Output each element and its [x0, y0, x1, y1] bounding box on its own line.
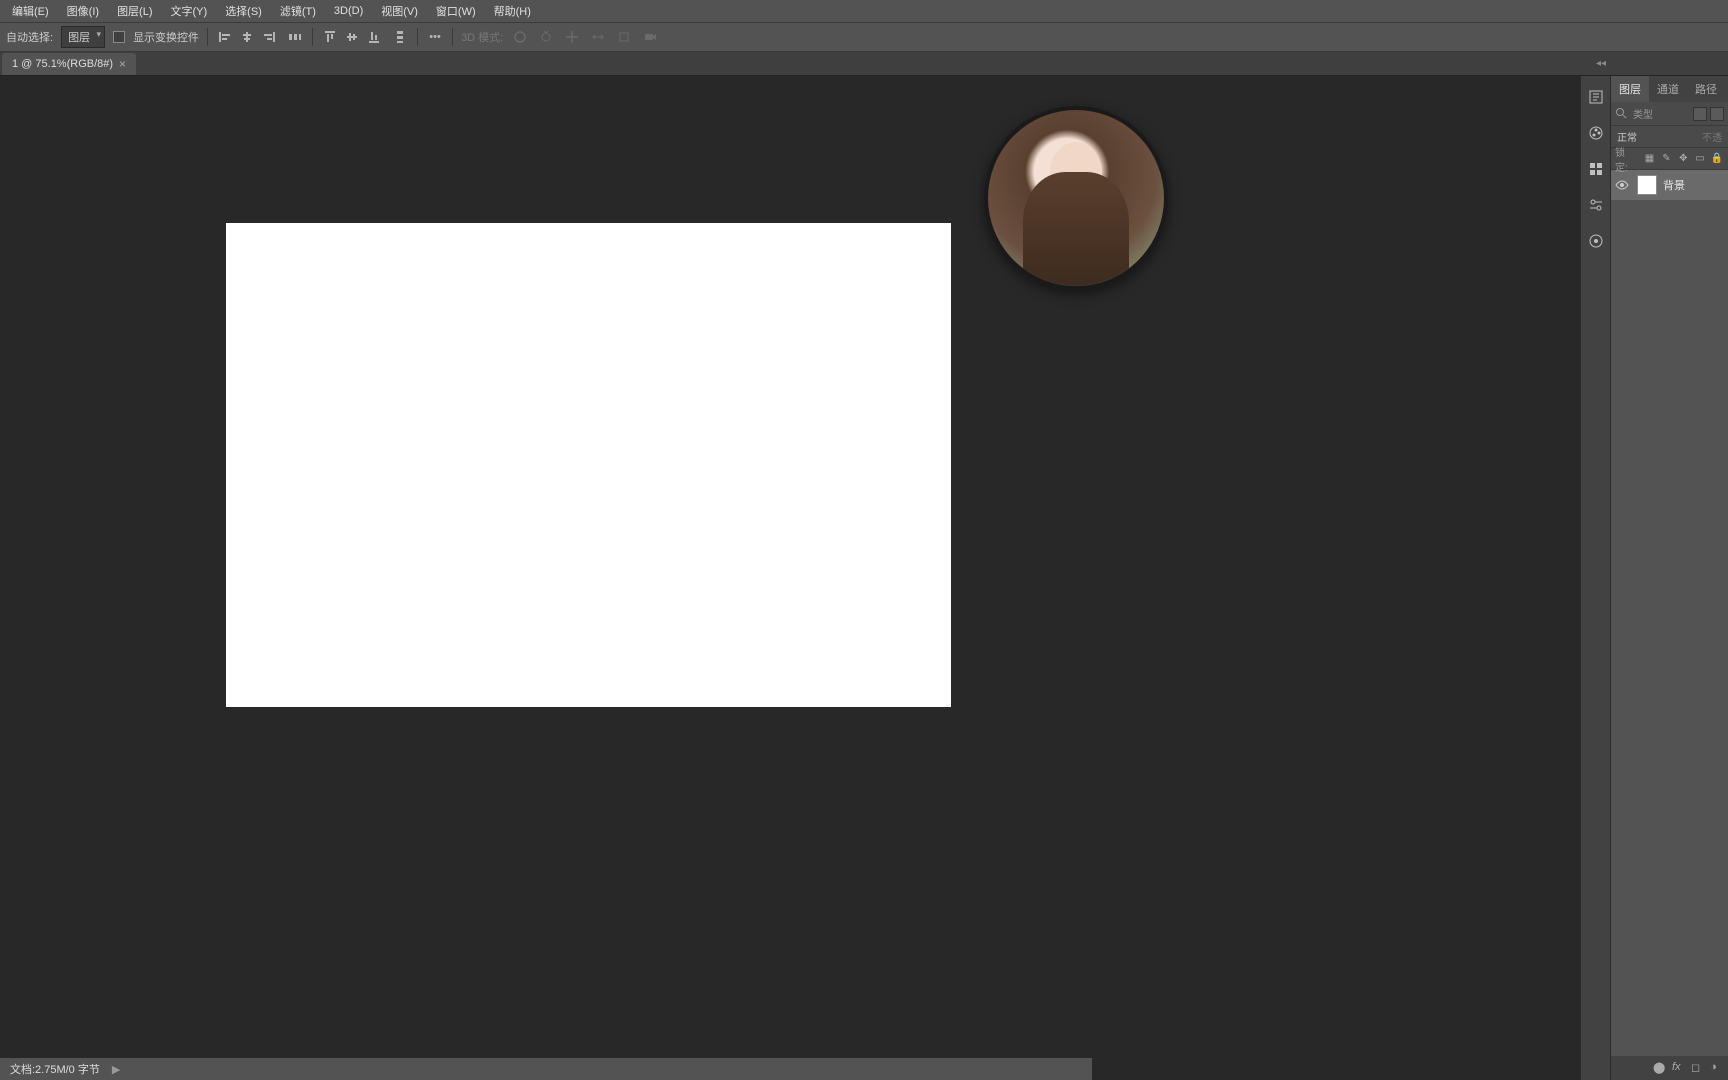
3d-camera-icon — [641, 28, 659, 46]
menu-help[interactable]: 帮助(H) — [486, 0, 539, 22]
distribute-h-icon[interactable] — [286, 28, 304, 46]
lock-position-icon[interactable]: ✎ — [1659, 152, 1673, 166]
lock-move-icon[interactable]: ✥ — [1676, 152, 1690, 166]
workspace: 文档:2.75M/0 字节 ▶ ◂◂ 图层 通道 路径 类型 正常 不透 — [0, 76, 1728, 1080]
swatches-panel-icon[interactable] — [1581, 154, 1611, 184]
adjustment-layer-icon[interactable]: ◑ — [1710, 1061, 1724, 1075]
options-bar: 自动选择: 图层 显示变换控件 ••• 3D 模式: — [0, 22, 1728, 52]
menu-select[interactable]: 选择(S) — [217, 0, 270, 22]
layers-list: 背景 — [1611, 170, 1728, 200]
adjustments-panel-icon[interactable] — [1581, 190, 1611, 220]
link-layers-icon[interactable]: ⬤ — [1653, 1061, 1667, 1075]
tab-layers[interactable]: 图层 — [1611, 76, 1649, 102]
search-icon[interactable] — [1615, 107, 1629, 121]
menu-bar: 编辑(E) 图像(I) 图层(L) 文字(Y) 选择(S) 滤镜(T) 3D(D… — [0, 0, 1728, 22]
menu-3d[interactable]: 3D(D) — [326, 2, 371, 20]
lock-artboard-icon[interactable]: ▭ — [1693, 152, 1707, 166]
distribute-v-icon[interactable] — [391, 28, 409, 46]
canvas-area[interactable]: 文档:2.75M/0 字节 ▶ — [0, 76, 1580, 1080]
layer-row[interactable]: 背景 — [1611, 170, 1728, 200]
separator — [207, 28, 208, 46]
align-right-icon[interactable] — [260, 28, 278, 46]
blend-mode-dropdown[interactable]: 正常 — [1617, 129, 1637, 144]
canvas[interactable] — [226, 223, 951, 707]
menu-edit[interactable]: 编辑(E) — [4, 0, 57, 22]
collapse-toggle-icon[interactable]: ◂◂ — [1596, 58, 1606, 69]
menu-filter[interactable]: 滤镜(T) — [272, 0, 324, 22]
align-left-icon[interactable] — [216, 28, 234, 46]
layers-panel: 图层 通道 路径 类型 正常 不透 锁定: ▦ ✎ ✥ ▭ 🔒 — [1610, 76, 1728, 1080]
color-panel-icon[interactable] — [1581, 118, 1611, 148]
layer-name[interactable]: 背景 — [1663, 177, 1685, 193]
tab-paths[interactable]: 路径 — [1687, 76, 1725, 102]
3d-scale-icon — [615, 28, 633, 46]
close-tab-icon[interactable]: × — [119, 57, 126, 71]
3d-slide-icon — [589, 28, 607, 46]
lock-pixels-icon[interactable]: ▦ — [1643, 152, 1657, 166]
align-middle-icon[interactable] — [343, 28, 361, 46]
3d-roll-icon — [537, 28, 555, 46]
lock-row: 锁定: ▦ ✎ ✥ ▭ 🔒 — [1611, 148, 1728, 170]
filter-adjust-icon[interactable] — [1710, 107, 1724, 121]
menu-view[interactable]: 视图(V) — [373, 0, 426, 22]
align-bottom-icon[interactable] — [365, 28, 383, 46]
show-transform-label: 显示变换控件 — [133, 29, 199, 45]
status-flyout-icon[interactable]: ▶ — [112, 1063, 120, 1076]
opacity-label: 不透 — [1702, 129, 1722, 144]
align-center-h-icon[interactable] — [238, 28, 256, 46]
history-panel-icon[interactable] — [1581, 82, 1611, 112]
status-doc-size: 文档:2.75M/0 字节 — [10, 1061, 100, 1077]
show-transform-checkbox[interactable] — [113, 31, 125, 43]
layer-thumbnail[interactable] — [1637, 175, 1657, 195]
auto-select-dropdown[interactable]: 图层 — [61, 26, 105, 48]
document-tabbar: 1 @ 75.1%(RGB/8#) × — [0, 52, 1728, 76]
webcam-overlay — [984, 106, 1168, 290]
filter-type-label[interactable]: 类型 — [1633, 106, 1689, 121]
tab-channels[interactable]: 通道 — [1649, 76, 1687, 102]
separator — [417, 28, 418, 46]
lock-all-icon[interactable]: 🔒 — [1710, 152, 1724, 166]
menu-image[interactable]: 图像(I) — [59, 0, 107, 22]
menu-layer[interactable]: 图层(L) — [109, 0, 160, 22]
3d-pan-icon — [563, 28, 581, 46]
layers-panel-footer: ⬤ fx ◻ ◑ — [1611, 1056, 1728, 1080]
panel-tabs: 图层 通道 路径 — [1611, 76, 1728, 102]
document-tab[interactable]: 1 @ 75.1%(RGB/8#) × — [2, 53, 136, 75]
properties-panel-icon[interactable] — [1581, 226, 1611, 256]
visibility-toggle-icon[interactable] — [1615, 178, 1631, 192]
separator — [452, 28, 453, 46]
collapsed-panel-dock: ◂◂ — [1580, 76, 1610, 1080]
3d-orbit-icon — [511, 28, 529, 46]
more-options-icon[interactable]: ••• — [426, 28, 444, 46]
auto-select-label: 自动选择: — [6, 29, 53, 45]
3d-mode-label: 3D 模式: — [461, 29, 503, 45]
layer-filter-row: 类型 — [1611, 102, 1728, 126]
align-top-icon[interactable] — [321, 28, 339, 46]
filter-pixel-icon[interactable] — [1693, 107, 1707, 121]
lock-label: 锁定: — [1615, 144, 1638, 174]
menu-text[interactable]: 文字(Y) — [163, 0, 216, 22]
document-tab-title: 1 @ 75.1%(RGB/8#) — [12, 58, 113, 70]
status-bar: 文档:2.75M/0 字节 ▶ — [0, 1058, 1092, 1080]
menu-window[interactable]: 窗口(W) — [428, 0, 484, 22]
layer-mask-icon[interactable]: ◻ — [1691, 1061, 1705, 1075]
layer-fx-icon[interactable]: fx — [1672, 1061, 1686, 1075]
separator — [312, 28, 313, 46]
